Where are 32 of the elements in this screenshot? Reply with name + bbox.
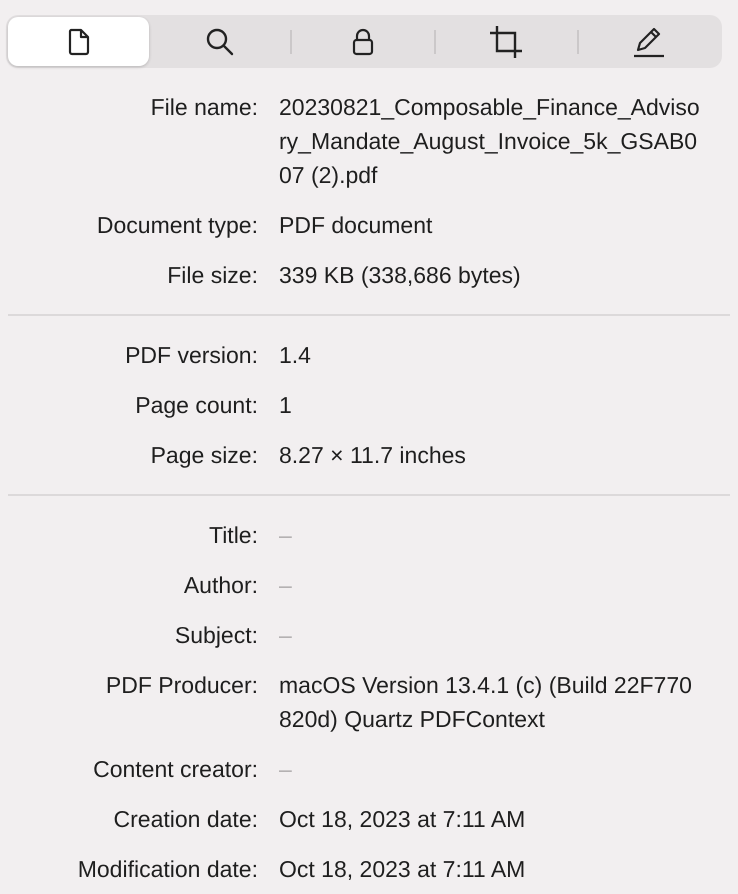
field-label: File name: bbox=[150, 93, 258, 122]
search-icon bbox=[204, 26, 235, 56]
inspector-tab[interactable] bbox=[8, 17, 150, 66]
field-value: Oct 18, 2023 at 7:11 AM bbox=[279, 805, 526, 834]
document-icon bbox=[68, 28, 90, 56]
field-label: Document type: bbox=[96, 211, 258, 240]
field-value: – bbox=[279, 571, 293, 600]
pencil-icon bbox=[632, 26, 666, 58]
crop-icon bbox=[489, 24, 524, 58]
field-label: PDF Producer: bbox=[104, 671, 258, 700]
field-label: File size: bbox=[166, 261, 258, 290]
field-value: – bbox=[279, 521, 293, 550]
field-label: PDF version: bbox=[124, 341, 258, 370]
field-value: 1.4 bbox=[279, 341, 312, 370]
field-value: 1 bbox=[279, 391, 293, 420]
field-label: Content creator: bbox=[92, 755, 258, 784]
lock-icon bbox=[352, 28, 374, 56]
field-label: Page count: bbox=[134, 391, 258, 420]
field-label: Subject: bbox=[174, 621, 258, 650]
field-value: PDF document bbox=[279, 211, 434, 240]
field-label: Modification date: bbox=[76, 855, 258, 884]
field-value: 20230821_Composable_Finance_Advisory_Mandate_August_Invoice_5k_GSAB007 (2).pdf bbox=[279, 93, 701, 190]
field-value: macOS Version 13.4.1 (c) (Build 22F770820d) Quartz PDFContext bbox=[279, 671, 693, 734]
field-label: Creation date: bbox=[112, 805, 258, 834]
field-value: – bbox=[279, 755, 293, 784]
field-label: Author: bbox=[182, 571, 258, 600]
field-value: – bbox=[279, 621, 293, 650]
field-value: 339 KB (338,686 bytes) bbox=[279, 261, 522, 290]
field-value: 8.27 × 11.7 inches bbox=[279, 441, 467, 470]
field-label: Page size: bbox=[150, 441, 258, 470]
field-label: Title: bbox=[208, 521, 258, 550]
field-value: Oct 18, 2023 at 7:11 AM bbox=[279, 855, 526, 884]
